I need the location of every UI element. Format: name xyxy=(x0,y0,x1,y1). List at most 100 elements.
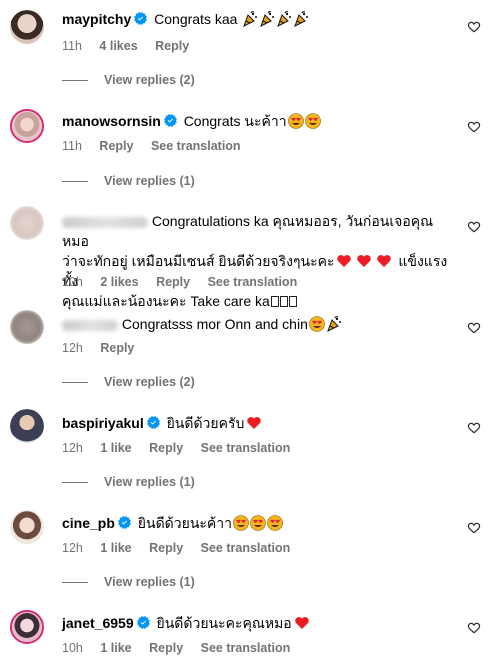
reply-button[interactable]: Reply xyxy=(156,275,190,289)
verified-badge-icon xyxy=(118,516,131,529)
comment-text: Congrats นะค้าา xyxy=(183,113,287,129)
reply-button[interactable]: Reply xyxy=(149,641,183,655)
comment-meta: 11h Reply See translation xyxy=(62,138,255,154)
replies-divider xyxy=(62,181,88,183)
reply-button[interactable]: Reply xyxy=(99,139,133,153)
heart-eyes-emoji-icon xyxy=(309,316,325,332)
comment-body: baspiriyakul ยินดีด้วยครับ xyxy=(62,413,452,433)
red-heart-emoji-icon xyxy=(246,415,262,431)
comment-likes[interactable]: 2 likes xyxy=(100,275,138,289)
blurred-username xyxy=(62,216,148,228)
reply-button[interactable]: Reply xyxy=(155,39,189,53)
verified-badge-icon xyxy=(164,114,177,127)
comment-text-line2a: ว่าจะทักอยู่ เหมือนมีเซนส์ ยินดีด้วยจริง… xyxy=(62,253,335,269)
comment-meta: 10h 2 likes Reply See translation xyxy=(62,274,311,290)
party-popper-icon xyxy=(259,11,275,27)
blurred-username xyxy=(62,319,118,331)
see-translation-button[interactable]: See translation xyxy=(151,139,241,153)
reply-button[interactable]: Reply xyxy=(100,341,134,355)
comment-meta: 10h 1 like Reply See translation xyxy=(62,640,304,656)
replies-divider xyxy=(62,582,88,584)
comment-body: cine_pb ยินดีด้วยนะค้าา xyxy=(62,513,452,533)
like-heart-icon[interactable] xyxy=(467,220,481,234)
view-replies-button[interactable]: View replies (2) xyxy=(62,72,195,88)
heart-eyes-emoji-icon xyxy=(305,113,321,129)
see-translation-button[interactable]: See translation xyxy=(201,541,291,555)
see-translation-button[interactable]: See translation xyxy=(208,275,298,289)
replies-divider xyxy=(62,80,88,82)
comment-username[interactable]: maypitchy xyxy=(62,11,131,27)
like-heart-icon[interactable] xyxy=(467,120,481,134)
comment-username[interactable]: janet_6959 xyxy=(62,615,134,631)
view-replies-label: View replies (1) xyxy=(104,475,195,489)
avatar[interactable] xyxy=(10,310,44,344)
comment-likes[interactable]: 1 like xyxy=(100,541,131,555)
view-replies-button[interactable]: View replies (1) xyxy=(62,474,195,490)
comment-time: 12h xyxy=(62,341,83,355)
comment-body: Congratulations ka คุณหมออร, วันก่อนเจอค… xyxy=(62,211,452,311)
party-popper-icon xyxy=(242,11,258,27)
comment-username[interactable]: baspiriyakul xyxy=(62,415,144,431)
comment-time: 10h xyxy=(62,641,83,655)
comment-time: 10h xyxy=(62,275,83,289)
comment-body: maypitchy Congrats kaa xyxy=(62,9,452,29)
reply-button[interactable]: Reply xyxy=(149,541,183,555)
comment-text: ยินดีด้วยครับ xyxy=(166,415,245,431)
comment-body: Congratsss mor Onn and chin xyxy=(62,314,452,334)
comment-body: janet_6959 ยินดีด้วยนะคะคุณหมอ xyxy=(62,613,452,633)
comment-time: 11h xyxy=(62,39,82,53)
comment-meta: 11h 4 likes Reply xyxy=(62,38,203,54)
like-heart-icon[interactable] xyxy=(467,20,481,34)
party-popper-icon xyxy=(293,11,309,27)
comment-likes[interactable]: 1 like xyxy=(100,441,131,455)
comment-likes[interactable]: 1 like xyxy=(100,641,131,655)
view-replies-button[interactable]: View replies (1) xyxy=(62,173,195,189)
like-heart-icon[interactable] xyxy=(467,421,481,435)
like-heart-icon[interactable] xyxy=(467,621,481,635)
comment-time: 12h xyxy=(62,541,83,555)
comment-meta: 12h 1 like Reply See translation xyxy=(62,540,304,556)
party-popper-icon xyxy=(276,11,292,27)
comment-text: ยินดีด้วยนะคะคุณหมอ xyxy=(156,615,292,631)
heart-eyes-emoji-icon xyxy=(250,515,266,531)
heart-eyes-emoji-icon xyxy=(288,113,304,129)
view-replies-label: View replies (2) xyxy=(104,375,195,389)
reply-button[interactable]: Reply xyxy=(149,441,183,455)
avatar[interactable] xyxy=(10,510,44,544)
like-heart-icon[interactable] xyxy=(467,521,481,535)
comment-username[interactable]: manowsornsin xyxy=(62,113,161,129)
replies-divider xyxy=(62,482,88,484)
comment-text: Congratsss mor Onn and chin xyxy=(121,316,308,332)
heart-eyes-emoji-icon xyxy=(267,515,283,531)
avatar[interactable] xyxy=(10,206,44,240)
comment-time: 12h xyxy=(62,441,83,455)
heart-eyes-emoji-icon xyxy=(233,515,249,531)
view-replies-label: View replies (1) xyxy=(104,575,195,589)
avatar[interactable] xyxy=(10,409,44,443)
verified-badge-icon xyxy=(137,616,150,629)
view-replies-button[interactable]: View replies (1) xyxy=(62,574,195,590)
party-popper-icon xyxy=(326,316,342,332)
comment-username[interactable]: cine_pb xyxy=(62,515,115,531)
avatar[interactable] xyxy=(10,109,44,143)
red-heart-emoji-icon xyxy=(356,253,372,269)
view-replies-button[interactable]: View replies (2) xyxy=(62,374,195,390)
avatar[interactable] xyxy=(10,610,44,644)
view-replies-label: View replies (1) xyxy=(104,174,195,188)
avatar[interactable] xyxy=(10,10,44,44)
comment-text-line3: คุณแม่และน้องนะคะ Take care ka xyxy=(62,293,270,309)
verified-badge-icon xyxy=(134,12,147,25)
red-heart-emoji-icon xyxy=(376,253,392,269)
verified-badge-icon xyxy=(147,416,160,429)
replies-divider xyxy=(62,382,88,384)
see-translation-button[interactable]: See translation xyxy=(201,441,291,455)
comment-meta: 12h Reply xyxy=(62,340,148,356)
comment-likes[interactable]: 4 likes xyxy=(99,39,137,53)
like-heart-icon[interactable] xyxy=(467,321,481,335)
red-heart-emoji-icon xyxy=(294,615,310,631)
see-translation-button[interactable]: See translation xyxy=(201,641,291,655)
comment-text: Congrats kaa xyxy=(154,11,238,27)
comment-meta: 12h 1 like Reply See translation xyxy=(62,440,304,456)
red-heart-emoji-icon xyxy=(336,253,352,269)
comment-text: ยินดีด้วยนะค้าา xyxy=(137,515,232,531)
